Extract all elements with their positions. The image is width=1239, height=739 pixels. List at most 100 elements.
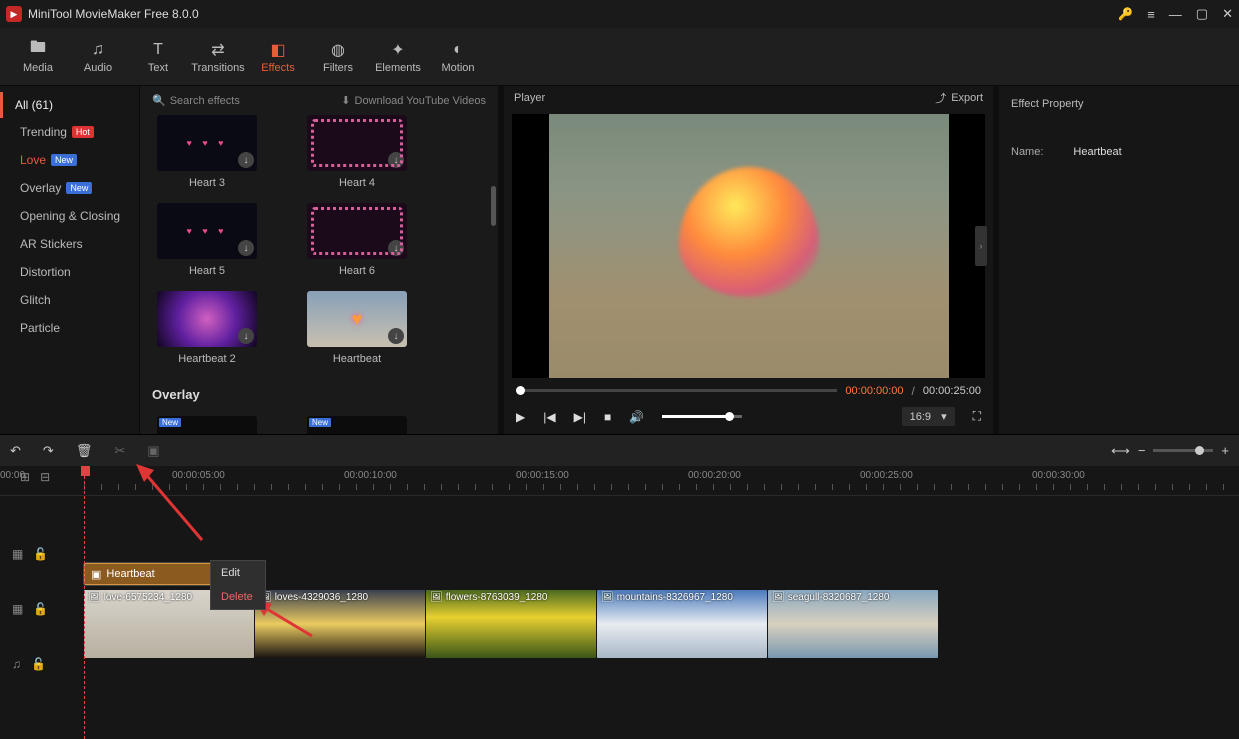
menu-icon[interactable]: ≡ [1147,7,1155,22]
undo-button[interactable]: ↶ [10,443,21,459]
search-effects[interactable]: 🔍Search effects [152,94,333,107]
tab-text[interactable]: TText [128,40,188,74]
overlay-heading: Overlay [152,387,486,402]
lock-icon[interactable]: 🔓 [31,657,46,671]
effect-card[interactable]: ↓Heartbeat [302,291,412,365]
effects-panel: 🔍Search effects ⬇Download YouTube Videos… [140,86,498,434]
download-icon: ⬇ [341,94,350,107]
panel-collapse-handle[interactable]: › [975,226,987,266]
playhead[interactable] [84,466,85,739]
zoom-fit-button[interactable]: ⟷ [1111,443,1130,459]
timeline-ruler[interactable]: ⊞ ⊟ 00:0000:00:05:0000:00:10:0000:00:15:… [0,466,1239,496]
fullscreen-button[interactable]: ⛶ [973,409,981,424]
category-ar-stickers[interactable]: AR Stickers [0,230,139,258]
volume-icon[interactable]: 🔊 [629,410,644,424]
video-clip[interactable]: 🖼seagull-8320687_1280 [768,590,938,658]
maximize-button[interactable]: ▢ [1196,6,1208,22]
effect-card[interactable]: ↓Heart 5 [152,203,262,277]
prev-frame-button[interactable]: |◀ [543,410,555,424]
redo-button[interactable]: ↷ [43,443,54,459]
split-button[interactable]: ✂ [114,443,125,459]
tab-elements[interactable]: ✦Elements [368,40,428,74]
property-title: Effect Property [1011,94,1227,124]
ruler-mark: 00:00:05:00 [172,470,225,481]
track-type-icon[interactable]: ▦ [12,547,23,561]
lock-icon[interactable]: 🔓 [33,602,48,616]
zoom-slider[interactable] [1153,449,1213,452]
tab-filters[interactable]: ◍Filters [308,40,368,74]
tab-audio[interactable]: ♫Audio [68,40,128,74]
download-youtube-link[interactable]: ⬇Download YouTube Videos [341,94,486,107]
effect-property-panel: Effect Property Name: Heartbeat [999,86,1239,434]
effect-card[interactable]: New [302,416,412,434]
category-opening-closing[interactable]: Opening & Closing [0,202,139,230]
minimize-button[interactable]: — [1169,7,1182,22]
effect-card[interactable]: New [152,416,262,434]
video-preview: › [512,114,985,378]
timeline-toolbar: ↶ ↷ 🗑 ✂ ▣ ⟷ − + [0,434,1239,466]
elements-icon: ✦ [368,40,428,60]
stop-button[interactable]: ■ [604,410,611,424]
category-love[interactable]: LoveNew [0,146,139,174]
main-toolbar: 🖿Media ♫Audio TText ⇄Transitions ◧Effect… [0,28,1239,86]
tab-motion[interactable]: ◐Motion [428,40,488,74]
clip-label: 🖼loves-4329036_1280 [259,592,368,603]
lock-icon[interactable]: 🔓 [33,547,48,561]
next-frame-button[interactable]: ▶| [574,410,586,424]
download-icon[interactable]: ↓ [388,328,404,344]
video-clip[interactable]: 🖼flowers-8763039_1280 [426,590,596,658]
close-button[interactable]: ✕ [1222,6,1233,22]
clip-label: 🖼seagull-8320687_1280 [772,592,889,603]
video-clip[interactable]: 🖼loves-4329036_1280 [255,590,425,658]
download-icon[interactable]: ↓ [238,240,254,256]
category-all[interactable]: All (61) [0,92,139,118]
context-delete[interactable]: Delete [211,585,265,609]
effect-card[interactable]: ↓Heart 6 [302,203,412,277]
effect-card[interactable]: ↓Heartbeat 2 [152,291,262,365]
delete-button[interactable]: 🗑 [76,443,93,459]
video-track-controls: ▦🔓 [0,581,76,636]
badge: New [66,182,92,194]
download-icon[interactable]: ↓ [388,240,404,256]
tab-transitions[interactable]: ⇄Transitions [188,40,248,74]
aspect-ratio-select[interactable]: 16:9▾ [902,407,955,426]
time-duration: 00:00:25:00 [923,385,981,397]
scrollbar-thumb[interactable] [491,186,496,226]
track-type-icon[interactable]: ▦ [12,602,23,616]
image-icon: 🖼 [772,592,785,603]
app-logo-icon: ▶ [6,6,22,22]
context-edit[interactable]: Edit [211,561,265,585]
effect-card[interactable]: ↓Heart 3 [152,115,262,189]
music-icon[interactable]: ♫ [12,657,21,671]
volume-slider[interactable] [662,415,742,418]
seek-bar[interactable] [516,389,837,392]
remove-track-icon[interactable]: ⊟ [40,470,50,484]
clip-label: 🖼mountains-8326967_1280 [601,592,733,603]
title-bar: ▶ MiniTool MovieMaker Free 8.0.0 🔑 ≡ — ▢… [0,0,1239,28]
video-clip[interactable]: 🖼mountains-8326967_1280 [597,590,767,658]
tab-effects[interactable]: ◧Effects [248,40,308,74]
category-distortion[interactable]: Distortion [0,258,139,286]
tab-media[interactable]: 🖿Media [8,40,68,74]
folder-icon: 🖿 [8,40,68,60]
zoom-out-button[interactable]: − [1138,443,1146,458]
key-icon[interactable]: 🔑 [1118,7,1133,21]
time-current: 00:00:00:00 [845,385,903,397]
badge: Hot [72,126,94,138]
preview-frame [549,114,949,378]
export-button[interactable]: ⤴Export [935,90,983,106]
player-title: Player [514,92,545,104]
category-trending[interactable]: TrendingHot [0,118,139,146]
play-button[interactable]: ▶ [516,410,525,424]
effect-thumb: ↓ [307,291,407,347]
download-icon[interactable]: ↓ [238,152,254,168]
category-particle[interactable]: Particle [0,314,139,342]
download-icon[interactable]: ↓ [238,328,254,344]
zoom-in-button[interactable]: + [1221,443,1229,458]
category-overlay[interactable]: OverlayNew [0,174,139,202]
crop-button[interactable]: ▣ [147,443,159,459]
effect-card[interactable]: ↓Heart 4 [302,115,412,189]
category-glitch[interactable]: Glitch [0,286,139,314]
effects-icon: ◧ [248,40,308,60]
download-icon[interactable]: ↓ [388,152,404,168]
